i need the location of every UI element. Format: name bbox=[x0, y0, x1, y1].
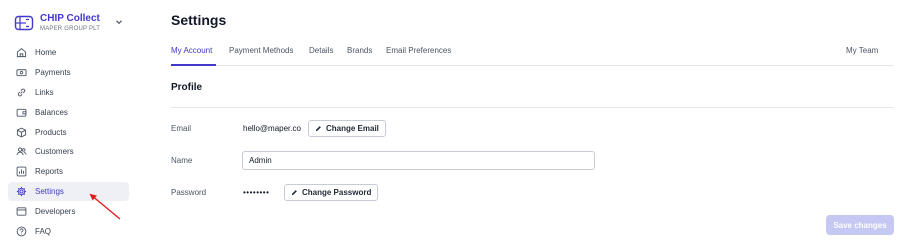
window-icon bbox=[16, 207, 27, 216]
change-password-label: Change Password bbox=[302, 188, 372, 197]
box-icon bbox=[16, 127, 27, 137]
email-label: Email bbox=[171, 124, 192, 133]
sidebar-item-label: Balances bbox=[35, 107, 68, 117]
annotation-arrow-icon bbox=[89, 193, 121, 220]
brand-subtitle: MAPER GROUP PLT bbox=[40, 26, 101, 32]
active-tab-indicator bbox=[171, 64, 216, 66]
tab-email-preferences[interactable]: Email Preferences bbox=[386, 46, 451, 55]
change-password-button[interactable]: Change Password bbox=[284, 184, 379, 201]
section-divider bbox=[171, 107, 894, 108]
sidebar-item-label: Settings bbox=[35, 186, 64, 196]
tab-details[interactable]: Details bbox=[309, 46, 333, 55]
email-value: hello@maper.co bbox=[243, 124, 301, 133]
settings-tabs: My Account Payment Methods Details Brand… bbox=[171, 40, 894, 66]
sidebar-item-label: FAQ bbox=[35, 226, 52, 236]
sidebar-item-faq[interactable]: FAQ bbox=[8, 221, 129, 241]
sidebar-item-label: Payments bbox=[35, 68, 71, 78]
sidebar-item-label: Customers bbox=[35, 147, 74, 157]
chevron-down-icon bbox=[116, 20, 122, 25]
sidebar-item-label: Products bbox=[35, 127, 67, 137]
pencil-icon bbox=[291, 190, 297, 196]
name-field[interactable] bbox=[242, 151, 595, 170]
change-email-label: Change Email bbox=[326, 124, 379, 133]
brand-switcher[interactable]: CHIP Collect MAPER GROUP PLT bbox=[14, 10, 128, 36]
save-changes-button[interactable]: Save changes bbox=[826, 215, 894, 235]
sidebar-item-label: Home bbox=[35, 48, 57, 58]
tab-my-team[interactable]: My Team bbox=[846, 46, 878, 55]
change-email-button[interactable]: Change Email bbox=[308, 120, 386, 137]
payments-icon bbox=[16, 69, 27, 77]
sidebar-item-links[interactable]: Links bbox=[8, 83, 129, 103]
sidebar-item-home[interactable]: Home bbox=[8, 43, 129, 63]
tab-brands[interactable]: Brands bbox=[347, 46, 372, 55]
tab-payment-methods[interactable]: Payment Methods bbox=[229, 46, 293, 55]
question-icon bbox=[16, 226, 27, 236]
gear-icon bbox=[16, 186, 27, 197]
link-icon bbox=[17, 88, 26, 97]
users-icon bbox=[16, 147, 27, 156]
chip-logo-icon bbox=[14, 15, 34, 31]
chart-icon bbox=[16, 166, 27, 177]
page-title: Settings bbox=[171, 12, 227, 28]
sidebar-item-balances[interactable]: Balances bbox=[8, 102, 129, 122]
brand-name: CHIP Collect bbox=[40, 13, 100, 24]
wallet-icon bbox=[16, 108, 27, 117]
profile-section-title: Profile bbox=[171, 82, 203, 93]
sidebar-item-label: Developers bbox=[35, 206, 76, 216]
home-icon bbox=[16, 48, 27, 58]
tab-my-account[interactable]: My Account bbox=[171, 46, 212, 55]
sidebar-item-reports[interactable]: Reports bbox=[8, 162, 129, 182]
pencil-icon bbox=[315, 126, 321, 132]
sidebar-item-label: Reports bbox=[35, 167, 64, 177]
password-label: Password bbox=[171, 188, 207, 197]
sidebar-item-payments[interactable]: Payments bbox=[8, 63, 129, 83]
sidebar-item-products[interactable]: Products bbox=[8, 122, 129, 142]
sidebar-item-customers[interactable]: Customers bbox=[8, 142, 129, 162]
password-value: •••••••• bbox=[243, 188, 270, 197]
name-label: Name bbox=[171, 156, 193, 165]
sidebar-item-label: Links bbox=[35, 87, 54, 97]
